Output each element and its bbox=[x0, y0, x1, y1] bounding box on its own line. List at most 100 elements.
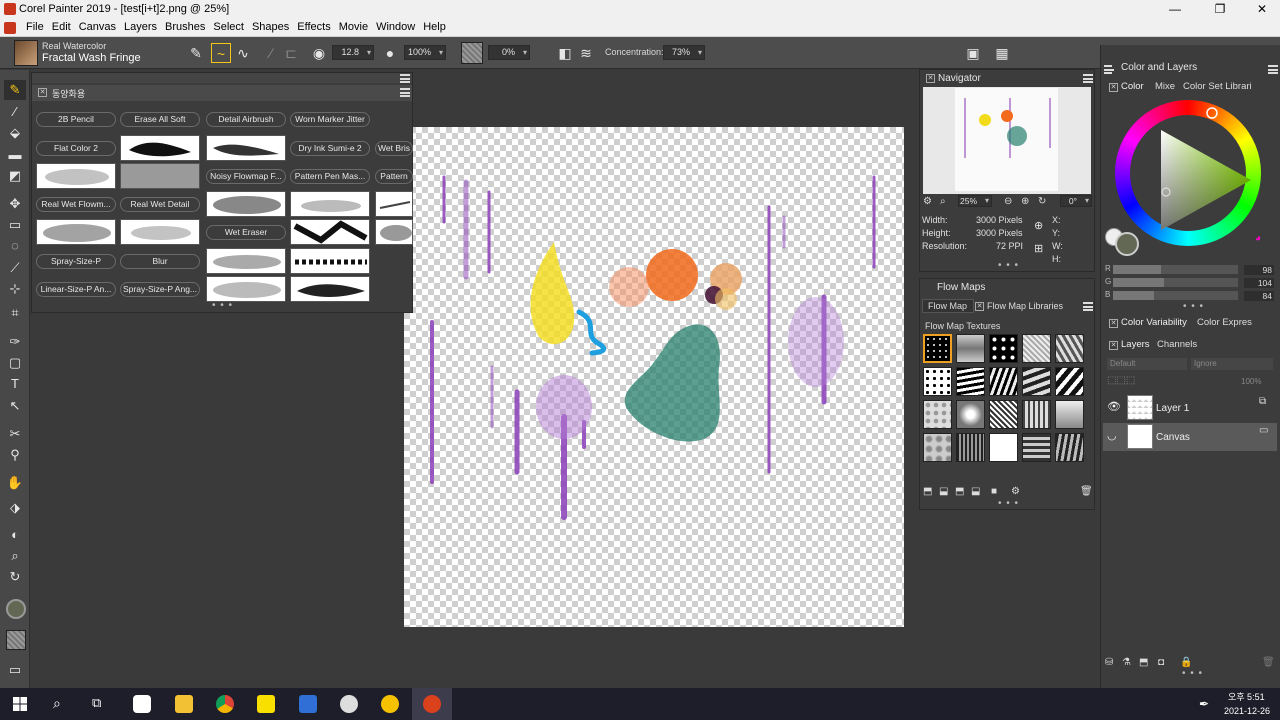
brush-stroke-thumbnail[interactable] bbox=[206, 276, 286, 302]
brush-stroke-thumbnail[interactable] bbox=[290, 276, 370, 302]
chrome-icon[interactable] bbox=[216, 695, 234, 713]
brush-category[interactable]: Real Watercolor bbox=[42, 41, 106, 51]
brush-stroke-thumbnail[interactable] bbox=[290, 248, 370, 274]
layer-opacity[interactable]: 100% bbox=[1241, 377, 1261, 386]
flow-map-texture[interactable] bbox=[923, 334, 952, 363]
rotate-icon[interactable]: ↻ bbox=[4, 567, 26, 587]
navigator-zoom-icon[interactable]: ⌕ bbox=[940, 196, 946, 207]
flow-map-texture[interactable] bbox=[923, 367, 952, 396]
brush-linear-size-p-angle[interactable]: Linear-Size-P An... bbox=[36, 282, 116, 297]
reference-image-icon[interactable]: ▦ bbox=[992, 43, 1012, 63]
flow-map-texture[interactable] bbox=[989, 367, 1018, 396]
b-slider[interactable] bbox=[1113, 291, 1238, 300]
rubber-stamp-icon[interactable]: ⚲ bbox=[4, 445, 26, 465]
new-layer-icon[interactable]: ⬒ bbox=[1139, 657, 1148, 668]
tab-color-expression[interactable]: Color Expres bbox=[1197, 317, 1252, 328]
app-icon[interactable] bbox=[133, 695, 151, 713]
menu-edit[interactable]: Edit bbox=[48, 21, 75, 33]
windows-start-icon[interactable] bbox=[13, 697, 27, 711]
brush-tool-icon[interactable]: ✎ bbox=[186, 43, 206, 63]
panel-more[interactable]: • • • bbox=[212, 300, 233, 311]
brush-variant[interactable]: Fractal Wash Fringe bbox=[42, 52, 141, 64]
brush-stroke-thumbnail[interactable] bbox=[120, 135, 200, 161]
navigator-more[interactable]: • • • bbox=[998, 260, 1019, 271]
main-color-swatch[interactable] bbox=[1115, 232, 1139, 256]
flow-map-texture[interactable] bbox=[989, 433, 1018, 462]
pen-tool-icon[interactable]: ✑ bbox=[4, 332, 26, 352]
rotate-page-icon[interactable]: ⬗ bbox=[4, 498, 26, 518]
brush-stroke-thumbnail[interactable] bbox=[206, 191, 286, 217]
brush-real-wet-detail[interactable]: Real Wet Detail bbox=[120, 197, 200, 212]
brush-stroke-thumbnail[interactable] bbox=[120, 219, 200, 245]
brush-pattern-pen-masked[interactable]: Pattern Pen Mas... bbox=[290, 169, 370, 184]
menu-canvas[interactable]: Canvas bbox=[75, 21, 120, 33]
clock-time[interactable]: 오후 5:51 bbox=[1228, 690, 1265, 703]
panel-toggle-icon[interactable]: ◧ bbox=[555, 43, 575, 63]
media-selector-icon[interactable]: ▭ bbox=[4, 660, 26, 680]
brush-worn-marker-jitter[interactable]: Worn Marker Jitter bbox=[290, 112, 370, 127]
tab-color[interactable]: Color bbox=[1121, 81, 1144, 92]
cloner-icon[interactable]: ✂ bbox=[4, 424, 26, 444]
kakaotalk-icon[interactable] bbox=[257, 695, 275, 713]
brush-noisy-flowmap[interactable]: Noisy Flowmap F... bbox=[206, 169, 286, 184]
navigator-rotation-field[interactable]: 0° bbox=[1060, 195, 1092, 207]
lock-layer-icon[interactable]: 🔒 bbox=[1180, 657, 1192, 668]
panel-grip-icon[interactable] bbox=[1104, 65, 1114, 74]
tab-color-set-libraries[interactable]: Color Set Librari bbox=[1183, 81, 1252, 92]
pen-icon[interactable]: ✒ bbox=[1199, 697, 1209, 711]
r-slider[interactable] bbox=[1113, 265, 1238, 274]
close-tab-icon[interactable]: ✕ bbox=[38, 88, 47, 97]
panel-menu-icon[interactable] bbox=[400, 74, 410, 83]
brush-stroke-thumbnail[interactable] bbox=[375, 191, 413, 217]
magnifier-icon[interactable]: ⌕ bbox=[4, 546, 26, 566]
tab-mixer[interactable]: Mixe bbox=[1155, 81, 1175, 92]
brush-stroke-thumbnail[interactable] bbox=[206, 135, 286, 161]
concentration-field[interactable]: 73% bbox=[663, 45, 705, 60]
tab-flow-map[interactable]: Flow Map bbox=[922, 299, 974, 313]
freehand-stroke-icon[interactable]: ~ bbox=[211, 43, 231, 63]
app-icon[interactable] bbox=[299, 695, 317, 713]
flow-map-texture[interactable] bbox=[1022, 334, 1051, 363]
color-palette-icon[interactable]: ◕ bbox=[1255, 233, 1261, 244]
app-icon[interactable] bbox=[340, 695, 358, 713]
brush-stroke-thumbnail[interactable] bbox=[375, 219, 413, 245]
file-explorer-icon[interactable] bbox=[175, 695, 193, 713]
flow-maps-more[interactable]: • • • bbox=[998, 498, 1019, 509]
flow-map-texture[interactable] bbox=[1055, 433, 1084, 462]
dropper-tool-icon[interactable]: ⁄ bbox=[4, 102, 26, 122]
preserve-transparency-select[interactable]: Ignore bbox=[1191, 358, 1273, 370]
delete-flow-map-icon[interactable]: 🗑 bbox=[1080, 486, 1093, 497]
flow-map-texture[interactable] bbox=[923, 433, 952, 462]
document-canvas[interactable] bbox=[404, 127, 904, 627]
reset-tool-icon[interactable]: ⊏ bbox=[281, 43, 301, 63]
layer-row-layer-1[interactable]: 👁 Layer 1 ⧉ bbox=[1103, 394, 1277, 422]
navigator-zoom-field[interactable]: 25% bbox=[958, 195, 992, 207]
brush-detail-airbrush[interactable]: Detail Airbrush bbox=[206, 112, 286, 127]
flow-map-texture[interactable] bbox=[1022, 400, 1051, 429]
color-more[interactable]: • • • bbox=[1183, 301, 1204, 312]
flow-map-texture[interactable] bbox=[1055, 334, 1084, 363]
close-tab-icon[interactable]: ✕ bbox=[975, 302, 984, 311]
paper-selector[interactable] bbox=[6, 630, 26, 650]
brush-spray-size-p-angle[interactable]: Spray-Size-P Ang... bbox=[120, 282, 200, 297]
close-navigator-icon[interactable]: ✕ bbox=[926, 74, 935, 83]
navigator-menu-icon[interactable] bbox=[1083, 74, 1093, 83]
eraser-tool-icon[interactable]: ◩ bbox=[4, 166, 26, 186]
menu-layers[interactable]: Layers bbox=[120, 21, 161, 33]
flow-map-texture[interactable] bbox=[956, 367, 985, 396]
crop-icon[interactable]: ⌗ bbox=[4, 303, 26, 323]
menu-window[interactable]: Window bbox=[372, 21, 419, 33]
new-library-icon[interactable]: ⬒ bbox=[955, 486, 964, 497]
grabber-icon[interactable]: ✋ bbox=[4, 473, 26, 493]
layer-name[interactable]: Canvas bbox=[1156, 432, 1190, 443]
mirror-painting-icon[interactable]: ◐ bbox=[4, 525, 26, 545]
layer-attributes-icon[interactable]: ⛁ bbox=[1105, 657, 1113, 668]
navigator-preview[interactable] bbox=[923, 87, 1091, 194]
layer-mask-icon[interactable]: ◘ bbox=[1158, 657, 1164, 668]
g-value[interactable]: 104 bbox=[1244, 278, 1274, 288]
corel-painter-taskbar-item[interactable] bbox=[412, 688, 452, 720]
lasso-icon[interactable]: ◌ bbox=[4, 236, 26, 256]
brush-blur[interactable]: Blur bbox=[120, 254, 200, 269]
flow-map-texture[interactable] bbox=[956, 400, 985, 429]
navigator-settings-icon[interactable]: ⚙ bbox=[923, 196, 932, 207]
